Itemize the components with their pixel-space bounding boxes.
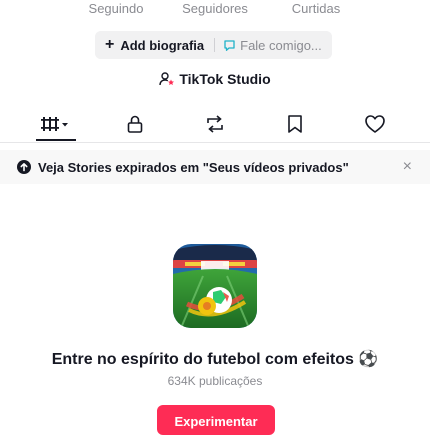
profile-tabs — [0, 106, 430, 143]
add-bio-label: Add biografia — [120, 37, 205, 53]
bookmark-icon — [288, 115, 302, 133]
tiktok-studio-label: TikTok Studio — [179, 71, 271, 87]
try-effect-button[interactable]: Experimentar — [157, 405, 275, 435]
plus-icon: + — [105, 36, 115, 53]
tab-reposts[interactable] — [195, 110, 235, 138]
upload-cloud-icon — [17, 160, 31, 174]
tab-saved[interactable] — [275, 110, 315, 138]
promo-title: Entre no espírito do futebol com efeitos… — [51, 351, 379, 368]
following-label[interactable]: Seguindo — [89, 1, 144, 16]
add-bio-button[interactable]: + Add biografia — [95, 31, 215, 59]
likes-label: Curtidas — [291, 1, 341, 16]
promo-post-count: 634K publicações — [167, 374, 263, 388]
tab-videos[interactable] — [36, 110, 76, 138]
profile-stats: Seguindo Seguidores Curtidas — [0, 0, 430, 18]
message-placeholder: Fale comigo... — [240, 37, 322, 53]
message-prompt-button[interactable]: Fale comigo... — [215, 31, 332, 59]
heart-icon — [365, 115, 385, 133]
close-icon[interactable]: × — [403, 158, 412, 176]
studio-user-icon — [159, 72, 175, 86]
active-tab-indicator — [36, 139, 76, 141]
banner-text: Veja Stories expirados em "Seus vídeos p… — [38, 159, 349, 175]
bio-message-group: + Add biografia Fale comigo... — [95, 31, 332, 59]
grid-videos-icon — [41, 117, 68, 131]
effect-thumbnail[interactable] — [173, 244, 257, 328]
stories-banner[interactable]: Veja Stories expirados em "Seus vídeos p… — [0, 150, 430, 184]
followers-label[interactable]: Seguidores — [182, 1, 248, 16]
soccer-effect-icon — [173, 244, 257, 328]
repost-icon — [207, 115, 223, 133]
chat-bubble-icon — [224, 39, 235, 51]
lock-icon — [127, 115, 143, 133]
tab-private[interactable] — [115, 110, 155, 138]
tab-liked[interactable] — [355, 110, 395, 138]
tiktok-studio-link[interactable]: TikTok Studio — [0, 71, 430, 87]
profile-actions: + Add biografia Fale comigo... — [95, 31, 332, 59]
